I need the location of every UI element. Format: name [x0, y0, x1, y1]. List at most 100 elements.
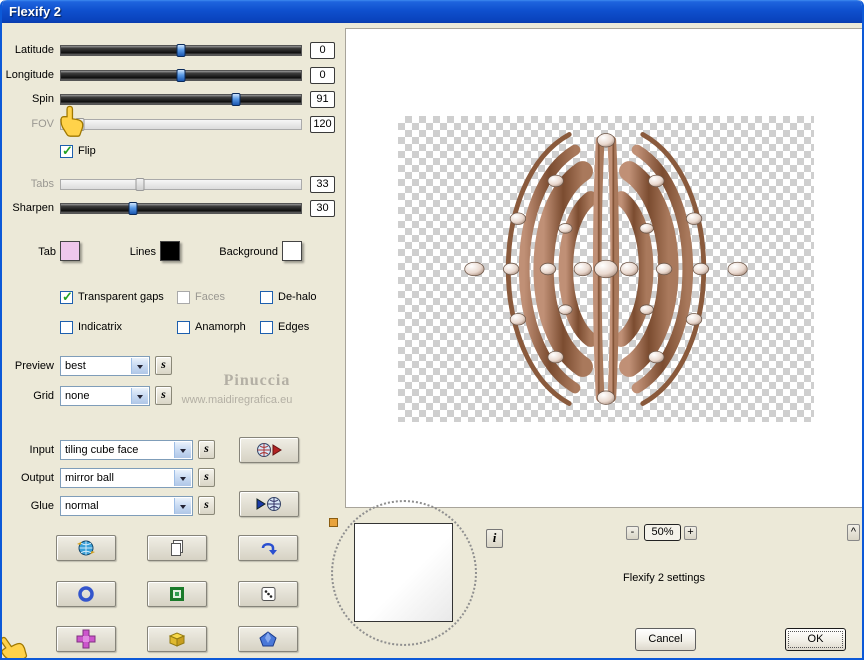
latitude-slider-row: Latitude 0 [2, 42, 342, 60]
flip-checkbox-box[interactable] [60, 143, 73, 159]
chevron-down-icon[interactable] [131, 358, 148, 374]
anamorph-label: Anamorph [195, 321, 246, 333]
glue-reset-button[interactable]: s [198, 496, 215, 515]
glue-select-value: normal [65, 500, 99, 512]
spin-slider-row: Spin 91 [2, 91, 342, 109]
glue-select[interactable]: normal [60, 496, 193, 516]
chevron-down-icon[interactable] [174, 442, 191, 458]
watermark-name: Pinuccia [223, 372, 291, 389]
ok-button[interactable]: OK [785, 628, 846, 651]
latitude-label: Latitude [14, 44, 54, 56]
chevron-down-icon[interactable] [174, 498, 191, 514]
background-color-swatch[interactable] [282, 241, 302, 261]
transparent-gaps-checkbox[interactable]: Transparent gaps [60, 289, 164, 305]
edges-checkbox[interactable]: Edges [260, 320, 309, 334]
output-reset-button[interactable]: s [198, 468, 215, 487]
dice-button[interactable] [238, 581, 298, 607]
zoom-in-button[interactable]: + [684, 526, 697, 540]
spin-slider[interactable] [60, 93, 302, 106]
gem-button[interactable] [238, 626, 298, 652]
box-3d-button[interactable] [147, 626, 207, 652]
longitude-slider-row: Longitude 0 [2, 67, 342, 85]
latitude-value[interactable]: 0 [310, 42, 335, 59]
transparent-gaps-checkbox-box[interactable] [60, 289, 73, 305]
tabs-value[interactable]: 33 [310, 176, 335, 193]
sharpen-slider[interactable] [60, 202, 302, 215]
output-render-button[interactable] [239, 491, 299, 517]
plus-cross-button[interactable] [56, 626, 116, 652]
dehalo-checkbox[interactable]: De-halo [260, 290, 317, 304]
thumbnail-preview[interactable] [354, 523, 453, 622]
undo-button[interactable] [238, 535, 298, 561]
spin-label: Spin [31, 93, 54, 105]
latitude-slider[interactable] [60, 44, 302, 57]
output-select-label: Output [20, 472, 54, 484]
anamorph-checkbox[interactable]: Anamorph [177, 320, 246, 334]
chevron-down-icon[interactable] [174, 470, 191, 486]
input-render-button[interactable] [239, 437, 299, 463]
tabs-slider[interactable] [60, 178, 302, 191]
fov-slider-row: FOV 120 [2, 116, 342, 134]
lines-color-swatch[interactable] [160, 241, 180, 261]
settings-caption: Flexify 2 settings [623, 572, 705, 584]
preview-reset-button[interactable]: s [155, 356, 172, 375]
indicatrix-checkbox[interactable]: Indicatrix [60, 320, 122, 334]
zoom-level[interactable]: 50% [644, 524, 681, 541]
watermark-url: www.maidiregrafica.eu [181, 394, 293, 406]
input-reset-button[interactable]: s [198, 440, 215, 459]
edges-label: Edges [278, 321, 310, 333]
info-button[interactable]: i [486, 529, 503, 548]
preview-select[interactable]: best [60, 356, 150, 376]
marker-square [329, 518, 338, 527]
faces-checkbox[interactable]: Faces [177, 290, 225, 304]
globe-play-icon [257, 443, 282, 457]
plus-cross-icon [76, 629, 96, 649]
scroll-up-button[interactable]: ^ [847, 524, 860, 541]
indicatrix-checkbox-box[interactable] [60, 320, 73, 334]
preview-canvas[interactable] [345, 28, 862, 508]
latitude-slider-handle[interactable] [176, 44, 186, 57]
input-select[interactable]: tiling cube face [60, 440, 193, 460]
edges-checkbox-box[interactable] [260, 320, 273, 334]
preview-select-label: Preview [14, 360, 54, 372]
transparent-gaps-label: Transparent gaps [78, 291, 164, 303]
fov-value[interactable]: 120 [310, 116, 335, 133]
flip-checkbox[interactable]: Flip [60, 143, 96, 159]
spin-value[interactable]: 91 [310, 91, 335, 108]
flip-checkbox-label: Flip [78, 145, 96, 157]
fov-slider[interactable] [60, 118, 302, 131]
tab-swatch-label: Tab [38, 246, 56, 258]
output-select[interactable]: mirror ball [60, 468, 193, 488]
tabs-slider-handle[interactable] [135, 178, 145, 191]
window-title: Flexify 2 [9, 4, 62, 19]
anamorph-checkbox-box[interactable] [177, 320, 190, 334]
undo-arrow-icon [261, 543, 277, 555]
box-3d-icon [168, 632, 186, 647]
square-frame-icon [170, 587, 184, 601]
sharpen-slider-handle[interactable] [128, 202, 138, 215]
zoom-out-button[interactable]: - [626, 526, 639, 540]
longitude-label: Longitude [5, 69, 54, 81]
cancel-button[interactable]: Cancel [635, 628, 696, 651]
copy-page-button[interactable] [147, 535, 207, 561]
play-globe-icon [256, 497, 281, 511]
flexify2-dialog: Flexify 2 Latitude 0 Longitude 0 Spin 91… [0, 0, 864, 660]
ring-button[interactable] [56, 581, 116, 607]
sharpen-value[interactable]: 30 [310, 200, 335, 217]
titlebar[interactable]: Flexify 2 [2, 0, 862, 23]
faces-checkbox-box[interactable] [177, 290, 190, 304]
globe-render-button[interactable] [56, 535, 116, 561]
input-select-value: tiling cube face [65, 444, 139, 456]
globe-render-icon [77, 540, 95, 556]
square-frame-button[interactable] [147, 581, 207, 607]
dehalo-label: De-halo [278, 291, 317, 303]
longitude-value[interactable]: 0 [310, 67, 335, 84]
tab-color-swatch[interactable] [60, 241, 80, 261]
longitude-slider[interactable] [60, 69, 302, 82]
dice-icon [261, 587, 276, 601]
grid-select[interactable]: none [60, 386, 150, 406]
longitude-slider-handle[interactable] [176, 69, 186, 82]
dehalo-checkbox-box[interactable] [260, 290, 273, 304]
spin-slider-handle[interactable] [231, 93, 241, 106]
faces-label: Faces [195, 291, 225, 303]
